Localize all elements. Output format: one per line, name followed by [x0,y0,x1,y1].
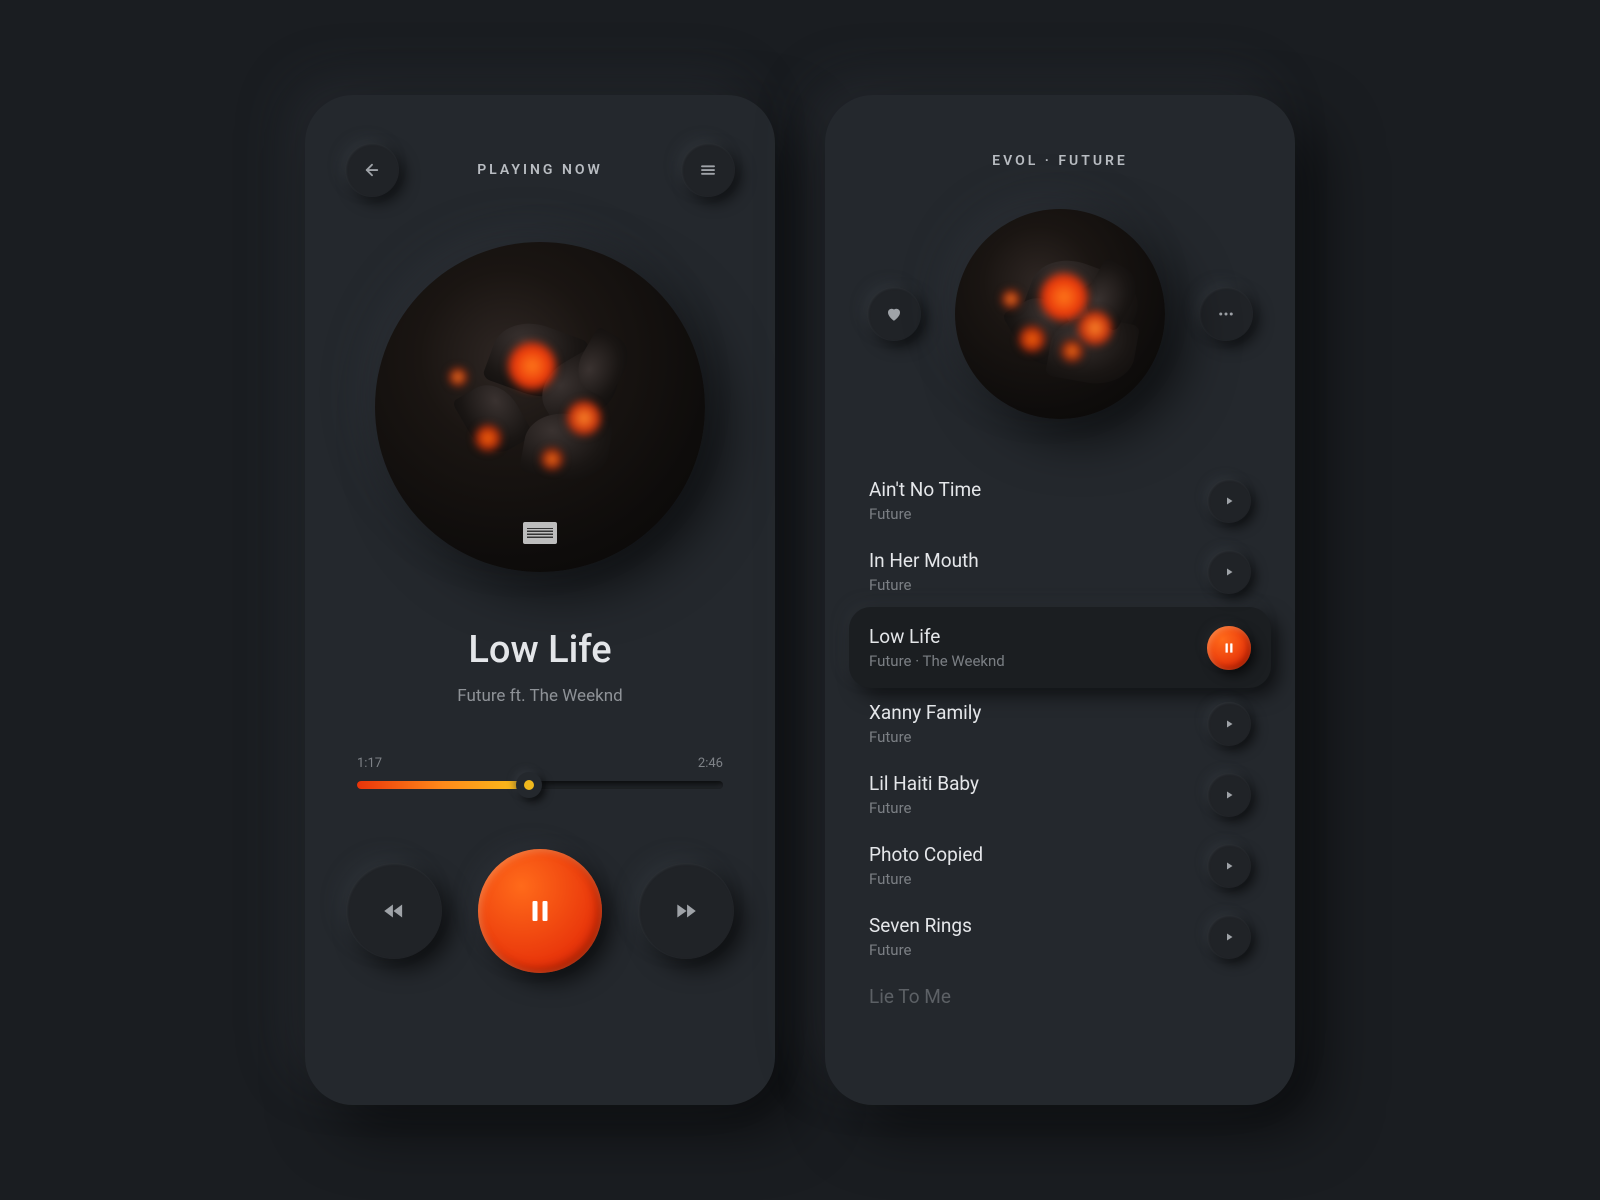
track-row[interactable]: Photo Copied Future [849,830,1271,901]
track-list: Ain't No Time Future In Her Mouth Future Low… [825,465,1295,1021]
track-title: In Her Mouth [869,549,979,572]
elapsed-time: 1:17 [357,756,382,771]
track-play-button[interactable] [1207,915,1251,959]
now-playing-screen: PLAYING NOW Low Life Future ft. The Week… [305,95,775,1105]
track-row[interactable]: Lie To Me [849,972,1271,1021]
play-icon [1223,789,1235,801]
play-icon [1223,860,1235,872]
heart-icon [885,305,903,323]
pause-icon [525,896,555,926]
now-playing-header: PLAYING NOW [305,95,775,197]
pause-icon [1222,641,1236,655]
playlist-album-row [825,209,1295,419]
track-artist: Future [869,505,981,523]
track-artist: Future [869,576,979,594]
back-arrow-icon [363,161,381,179]
progress-knob[interactable] [516,772,542,798]
track-title: Lie To Me [869,985,951,1008]
back-button[interactable] [345,143,399,197]
playback-controls [305,849,775,973]
track-info: Low Life Future · The Weeknd [869,625,1005,670]
track-title: Xanny Family [869,701,981,724]
duration-time: 2:46 [698,756,723,771]
progress-section: 1:17 2:46 [357,756,723,789]
playlist-screen: EVOL · FUTURE Ain't No TimeFutureIn Her … [825,95,1295,1105]
album-art-small [955,209,1165,419]
track-row[interactable]: In Her Mouth Future [849,536,1271,607]
track-info: Xanny Family Future [869,701,981,746]
more-button[interactable] [1199,287,1253,341]
track-row[interactable]: Low Life Future · The Weeknd [849,607,1271,688]
like-button[interactable] [867,287,921,341]
album-art-container [305,242,775,572]
track-play-button[interactable] [1207,773,1251,817]
previous-icon [381,898,407,924]
track-artist: Future [869,799,979,817]
next-button[interactable] [638,863,734,959]
track-info: Lil Haiti Baby Future [869,772,979,817]
track-play-button[interactable] [1207,550,1251,594]
progress-fill [357,781,529,789]
playlist-header: EVOL · FUTURE [825,95,1295,169]
play-icon [1223,495,1235,507]
track-title: Seven Rings [869,914,972,937]
more-dots-icon [1217,305,1235,323]
hamburger-icon [699,161,717,179]
track-title: Lil Haiti Baby [869,772,979,795]
track-title: Ain't No Time [869,478,981,501]
song-title: Low Life [305,628,775,672]
track-artist: Future [869,728,981,746]
now-playing-title: PLAYING NOW [477,162,603,178]
track-artist: Future · The Weeknd [869,652,1005,670]
track-title: Photo Copied [869,843,983,866]
play-icon [1223,931,1235,943]
track-artist: Future [869,941,972,959]
track-info: In Her Mouth Future [869,549,979,594]
track-row[interactable]: Lil Haiti Baby Future [849,759,1271,830]
play-icon [1223,566,1235,578]
album-art [375,242,705,572]
track-title: Low Life [869,625,1005,648]
song-artist: Future ft. The Weeknd [305,686,775,706]
track-info: Photo Copied Future [869,843,983,888]
track-play-button[interactable] [1207,844,1251,888]
parental-advisory-badge [523,522,557,544]
previous-button[interactable] [346,863,442,959]
progress-bar[interactable] [357,781,723,789]
menu-button[interactable] [681,143,735,197]
track-info: Seven Rings Future [869,914,972,959]
track-row[interactable]: Ain't No Time Future [849,465,1271,536]
track-row[interactable]: Seven Rings Future [849,901,1271,972]
track-row[interactable]: Xanny Family Future [849,688,1271,759]
track-info: Lie To Me [869,985,951,1008]
track-play-button[interactable] [1207,479,1251,523]
track-artist: Future [869,870,983,888]
track-pause-button[interactable] [1207,626,1251,670]
track-info: Ain't No Time Future [869,478,981,523]
play-pause-button[interactable] [478,849,602,973]
play-icon [1223,718,1235,730]
track-play-button[interactable] [1207,702,1251,746]
next-icon [673,898,699,924]
